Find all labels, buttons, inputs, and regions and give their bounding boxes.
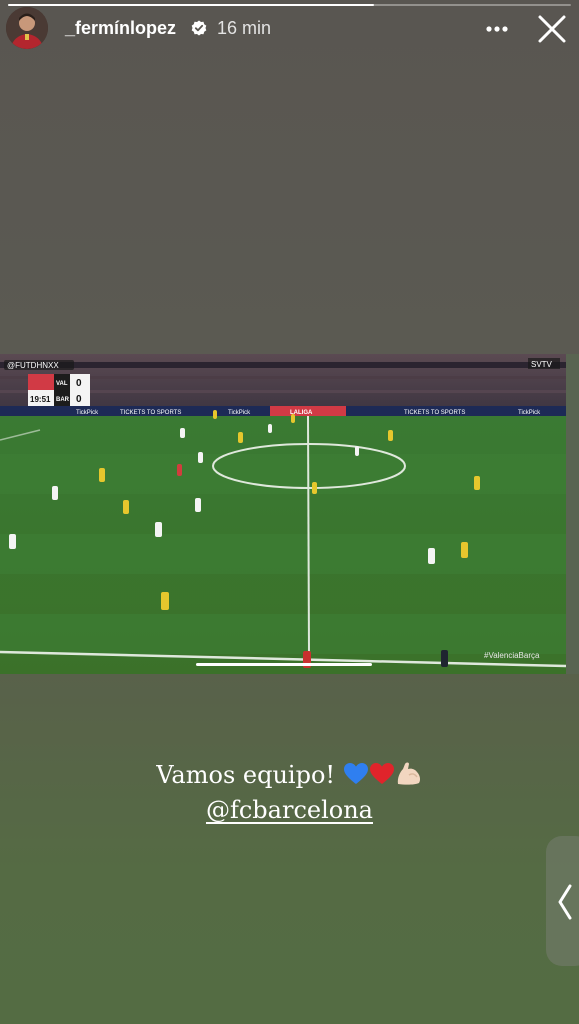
username[interactable]: _fermínlopez xyxy=(65,18,176,39)
mention-link[interactable]: @fcbarcelona xyxy=(206,796,373,824)
caption-line-2: @fcbarcelona xyxy=(0,796,579,824)
blue-heart-icon xyxy=(343,762,369,792)
svg-text:TickPick: TickPick xyxy=(518,410,541,416)
svg-text:0: 0 xyxy=(76,394,82,405)
svg-text:19:51: 19:51 xyxy=(30,395,51,404)
flexed-biceps-icon xyxy=(395,760,423,792)
close-icon[interactable] xyxy=(536,13,568,45)
svg-text:VAL: VAL xyxy=(56,381,68,387)
video-scrubber xyxy=(196,663,372,666)
chevron-left-icon xyxy=(556,884,574,920)
more-options-icon[interactable] xyxy=(480,18,514,40)
next-story-tab[interactable] xyxy=(546,836,579,966)
channel-logo: SVTV xyxy=(531,360,553,369)
svg-text:TickPick: TickPick xyxy=(76,410,99,416)
halfway-line xyxy=(307,415,310,655)
hashtag-overlay: #ValenciaBarça xyxy=(484,651,540,660)
watermark: @FUTDHNXX xyxy=(7,361,59,370)
svg-text:TICKETS TO SPORTS: TICKETS TO SPORTS xyxy=(404,410,465,416)
caption-text: Vamos equipo! xyxy=(156,761,336,789)
verified-badge-icon xyxy=(191,20,207,36)
red-heart-icon xyxy=(369,762,395,792)
svg-text:TickPick: TickPick xyxy=(228,410,251,416)
svg-text:TICKETS TO SPORTS: TICKETS TO SPORTS xyxy=(120,410,181,416)
svg-text:BAR: BAR xyxy=(56,397,70,403)
svg-text:LALIGA: LALIGA xyxy=(290,410,313,416)
story-timestamp: 16 min xyxy=(217,18,272,38)
story-media-image: @FUTDHNXX SVTV VAL BAR 0 0 19:51 TickPic… xyxy=(0,354,566,674)
media-edge xyxy=(566,354,579,674)
story-header: _fermínlopez 16 min xyxy=(0,0,579,60)
caption-line-1: Vamos equipo! xyxy=(0,760,579,792)
avatar[interactable] xyxy=(6,7,48,49)
referee xyxy=(177,464,182,476)
svg-text:0: 0 xyxy=(76,378,82,389)
scoreboard: VAL BAR 0 0 19:51 xyxy=(28,374,90,406)
